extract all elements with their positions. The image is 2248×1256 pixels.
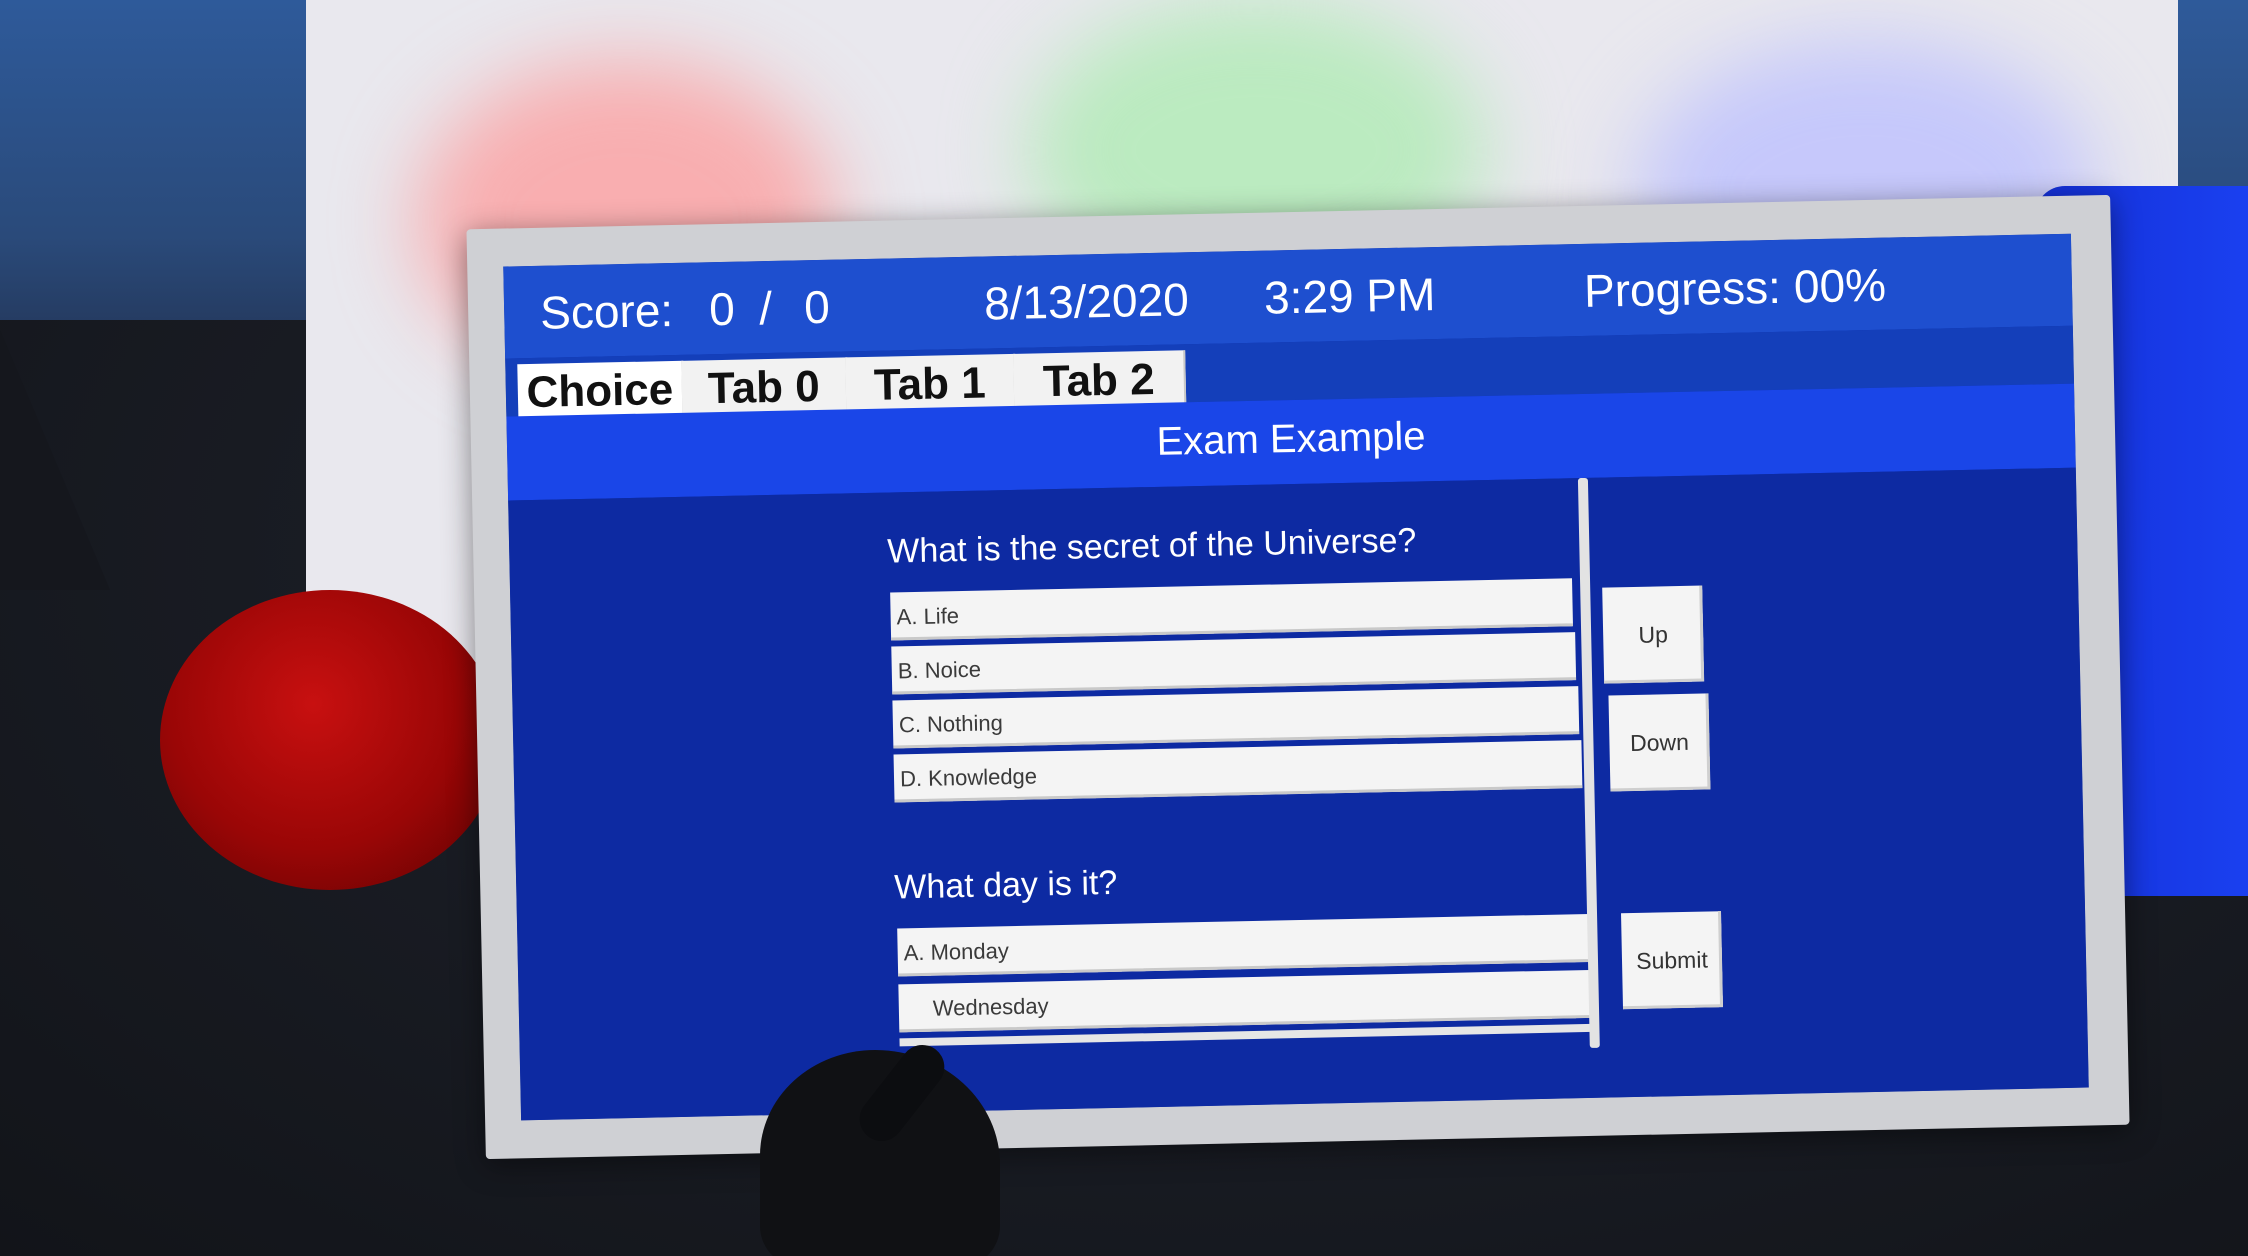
answer-option[interactable]: B. Noice [891,632,1577,695]
time-display: 3:29 PM [1263,268,1436,324]
answer-option[interactable]: A. Monday [897,913,1591,977]
score-label: Score: [539,284,674,339]
exam-panel: Score: 0 / 0 8/13/2020 3:29 PM Progress:… [503,233,2089,1121]
up-button[interactable]: Up [1602,585,1705,684]
submit-button[interactable]: Submit [1621,911,1724,1010]
answer-option[interactable]: D. Knowledge [893,740,1583,803]
question-area: What is the secret of the Universe? A. L… [508,467,2089,1121]
tab-2[interactable]: Tab 2 [1013,350,1187,410]
question-2-text: What day is it? [893,863,1118,907]
tab-0[interactable]: Tab 0 [681,357,849,417]
exam-panel-frame: Score: 0 / 0 8/13/2020 3:29 PM Progress:… [466,194,2130,1160]
progress-value: 00% [1793,258,1887,313]
tab-choice[interactable]: Choice [517,360,685,421]
score-separator: / [758,281,773,335]
vr-scene: Score: 0 / 0 8/13/2020 3:29 PM Progress:… [0,0,2248,1256]
score-total: 0 [803,280,831,334]
score-current: 0 [708,282,736,336]
red-sphere [160,590,500,890]
answer-option[interactable]: C. Nothing [892,686,1580,749]
down-button[interactable]: Down [1608,693,1711,792]
progress-label: Progress: [1583,260,1782,317]
tab-1[interactable]: Tab 1 [845,353,1017,414]
answer-option[interactable]: Wednesday [898,969,1592,1033]
date-display: 8/13/2020 [983,273,1190,330]
question-1-text: What is the secret of the Universe? [886,521,1417,571]
answer-option[interactable]: A. Life [890,578,1573,641]
